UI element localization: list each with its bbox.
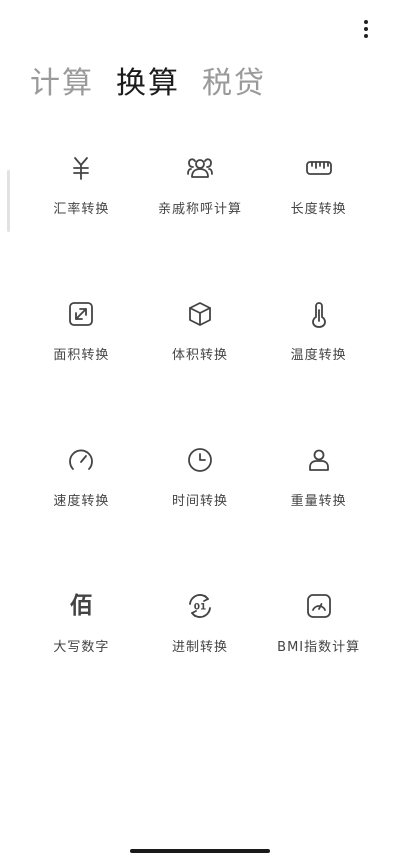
home-indicator [130,849,270,853]
tool-label: 面积转换 [53,348,110,363]
tab-tax-loan[interactable]: 税贷 [202,58,266,102]
thermometer-icon [305,300,333,328]
tool-time[interactable]: 时间转换 [141,446,260,592]
yuan-icon [67,154,95,182]
weight-icon [305,446,333,474]
tool-label: 进制转换 [171,640,228,655]
ruler-icon [305,154,333,182]
tool-label: 速度转换 [53,494,110,509]
binary-glyph: 01 [194,603,207,613]
converter-grid: 汇率转换 亲戚称呼计算 长度转换 面积转换 体积转换 温度转换 速度转换 时间转… [22,154,378,738]
tool-label: 体积转换 [171,348,228,363]
tool-relative-title[interactable]: 亲戚称呼计算 [141,154,260,300]
clock-icon [186,446,214,474]
tool-speed[interactable]: 速度转换 [22,446,141,592]
tab-calculate[interactable]: 计算 [30,58,94,102]
tool-label: 时间转换 [171,494,228,509]
tool-chinese-numerals[interactable]: 佰 大写数字 [22,592,141,738]
more-dot-icon [364,34,368,38]
more-dot-icon [364,27,368,31]
scroll-indicator [7,170,10,232]
tab-convert[interactable]: 换算 [116,58,180,102]
tool-number-base[interactable]: 01 进制转换 [141,592,260,738]
more-options-button[interactable] [354,14,378,44]
expand-arrow-icon [67,300,95,328]
tool-exchange-rate[interactable]: 汇率转换 [22,154,141,300]
speedometer-icon [67,446,95,474]
tool-area[interactable]: 面积转换 [22,300,141,446]
tool-weight[interactable]: 重量转换 [259,446,378,592]
tool-label: 汇率转换 [53,202,110,217]
tool-label: 温度转换 [290,348,347,363]
gauge-icon [305,592,333,620]
tool-length[interactable]: 长度转换 [259,154,378,300]
tool-label: 长度转换 [290,202,347,217]
bai-char-icon: 佰 [67,592,95,620]
more-dot-icon [364,20,368,24]
mode-tabs: 计算 换算 税贷 [30,58,266,102]
bai-glyph: 佰 [69,593,93,619]
tool-temperature[interactable]: 温度转换 [259,300,378,446]
binary-icon: 01 [186,592,214,620]
tool-label: 重量转换 [290,494,347,509]
people-icon [186,154,214,182]
tool-label: 大写数字 [53,640,110,655]
tool-label: BMI指数计算 [277,640,361,655]
tool-label: 亲戚称呼计算 [157,202,242,217]
cube-icon [186,300,214,328]
tool-volume[interactable]: 体积转换 [141,300,260,446]
tool-bmi[interactable]: BMI指数计算 [259,592,378,738]
